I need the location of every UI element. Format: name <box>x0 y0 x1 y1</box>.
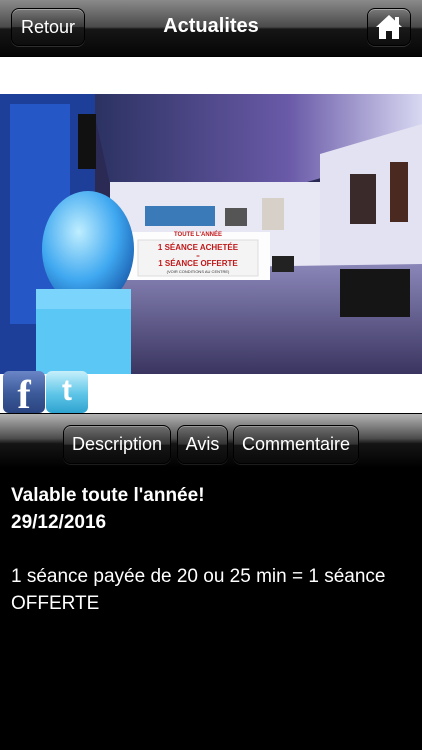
back-button[interactable]: Retour <box>11 8 85 46</box>
news-photo: TOUTE L'ANNÉE 1 SÉANCE ACHETÉE = 1 SÉANC… <box>0 94 422 374</box>
article-date: 29/12/2016 <box>11 512 107 533</box>
article-headline: Valable toute l'année! <box>11 485 205 506</box>
home-button[interactable] <box>367 8 411 46</box>
sign-text-line5: (VOIR CONDITIONS AU CENTRE) <box>167 269 230 274</box>
sign-text-line2: 1 SÉANCE ACHETÉE <box>158 243 239 252</box>
tab-description[interactable]: Description <box>63 425 171 464</box>
tab-commentaire[interactable]: Commentaire <box>233 425 359 464</box>
sign-text-line1: TOUTE L'ANNÉE <box>174 230 222 238</box>
home-icon <box>376 15 402 39</box>
twitter-share-button[interactable]: t <box>46 371 88 413</box>
top-navigation-bar: Retour Actualites <box>0 0 422 57</box>
facebook-share-button[interactable]: f <box>3 371 45 417</box>
facebook-icon: f <box>17 372 31 417</box>
page-title: Actualites <box>163 15 259 37</box>
tab-bar: Description Avis Commentaire <box>0 414 422 468</box>
article-content: Valable toute l'année! 29/12/2016 1 séan… <box>11 482 411 617</box>
sign-text-line4: 1 SÉANCE OFFERTE <box>158 259 238 268</box>
tab-avis[interactable]: Avis <box>177 425 228 464</box>
article-body: 1 séance payée de 20 ou 25 min = 1 séanc… <box>11 566 386 614</box>
twitter-icon: t <box>62 374 72 407</box>
